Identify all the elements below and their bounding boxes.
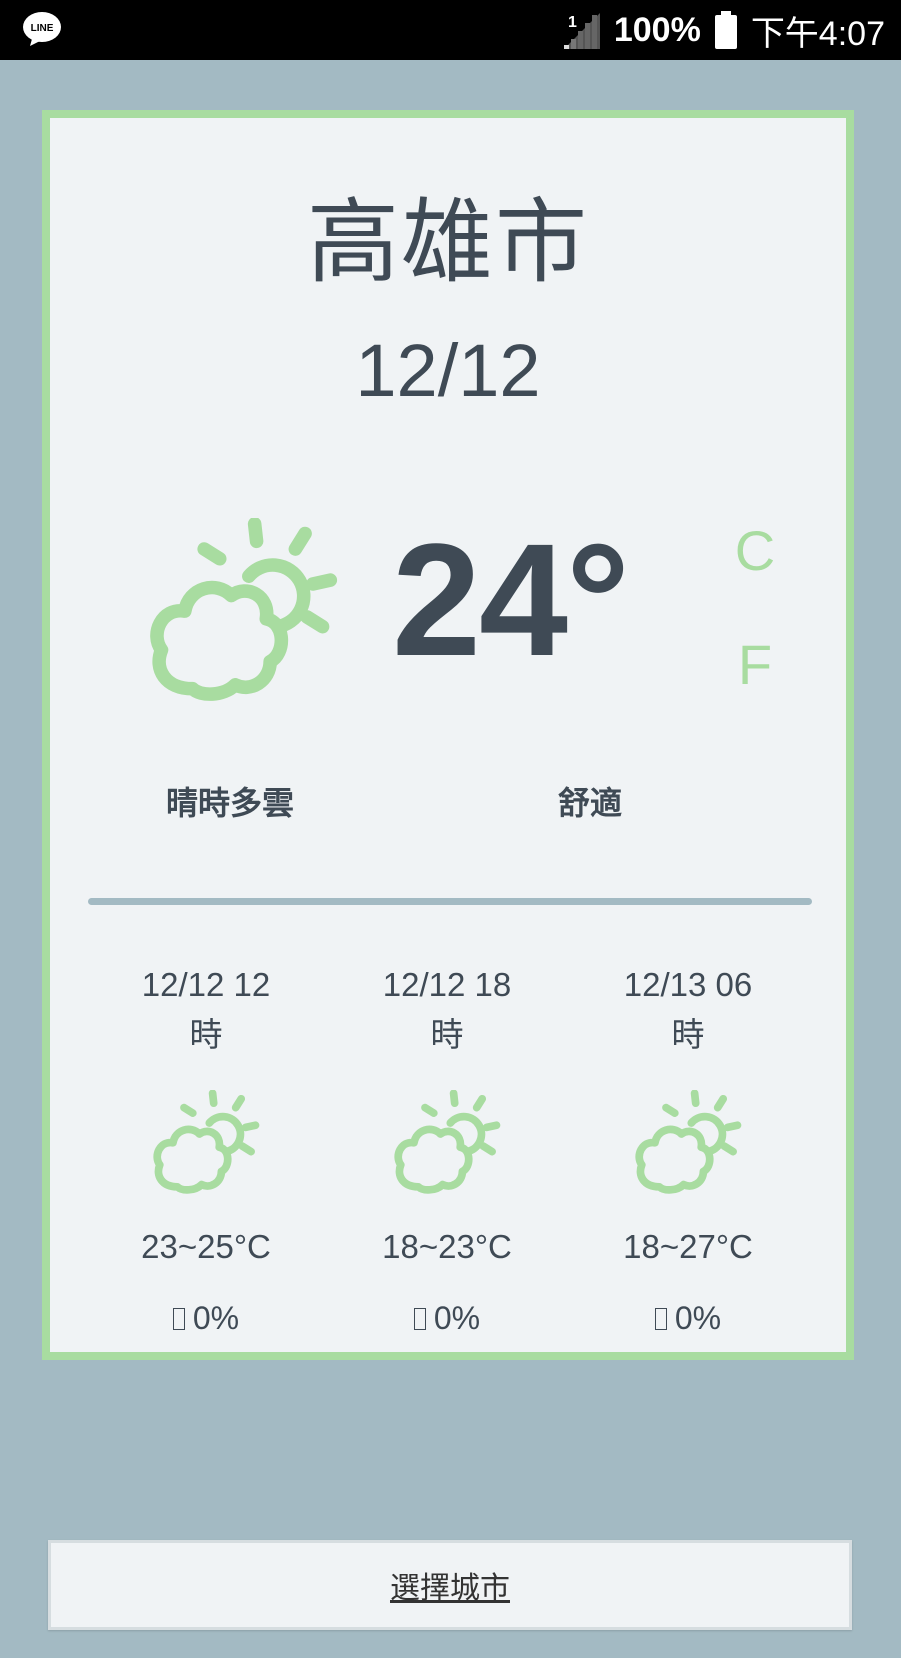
forecast-time: 12/12 12 時 — [106, 960, 306, 1060]
forecast-time-date: 12/13 06 — [623, 966, 753, 1003]
battery-icon — [714, 11, 737, 49]
status-bar: LINE 1 100% 下午4:07 — [0, 0, 901, 60]
weather-description: 晴時多雲 — [165, 784, 294, 822]
forecast-temp-range: 18~23°C — [382, 1228, 512, 1265]
umbrella-icon — [172, 1307, 185, 1330]
forecast-item: 12/12 18 時 18~23°C 0% — [347, 960, 547, 1337]
forecast-rain: 0% — [347, 1300, 547, 1337]
forecast-rain: 0% — [588, 1300, 788, 1337]
rain-probability: 0% — [674, 1300, 722, 1336]
current-temperature: 24° — [392, 510, 630, 689]
weather-card: 高雄市 12/12 24° C F 晴時多雲 舒適 12/12 12 時 23~… — [42, 110, 854, 1360]
forecast-time-date: 12/12 12 — [141, 966, 271, 1003]
rain-probability: 0% — [433, 1300, 481, 1336]
forecast-time-unit: 時 — [430, 1016, 464, 1053]
partly-cloudy-icon — [633, 1090, 743, 1200]
celsius-toggle[interactable]: C — [730, 518, 780, 583]
forecast-item: 12/13 06 時 18~27°C 0% — [588, 960, 788, 1337]
forecast-item: 12/12 12 時 23~25°C 0% — [106, 960, 306, 1337]
forecast-temp-range: 18~27°C — [623, 1228, 753, 1265]
partly-cloudy-icon — [151, 1090, 261, 1200]
partly-cloudy-icon — [146, 518, 340, 712]
select-city-button[interactable]: 選擇城市 — [48, 1540, 852, 1630]
umbrella-icon — [413, 1307, 426, 1330]
forecast-time: 12/12 18 時 — [347, 960, 547, 1060]
signal-badge: 1 — [568, 14, 577, 31]
forecast-time: 12/13 06 時 — [588, 960, 788, 1060]
umbrella-icon — [654, 1307, 667, 1330]
rain-probability: 0% — [192, 1300, 240, 1336]
status-clock: 下午4:07 — [750, 14, 885, 53]
current-date: 12/12 — [355, 329, 541, 412]
line-icon-text: LINE — [31, 23, 54, 34]
forecast-time-date: 12/12 18 — [382, 966, 512, 1003]
line-app-icon: LINE — [23, 12, 61, 46]
forecast-time-unit: 時 — [671, 1016, 705, 1053]
battery-percent: 100% — [613, 10, 701, 49]
divider — [88, 898, 812, 905]
forecast-temp-range: 23~25°C — [141, 1228, 271, 1265]
comfort-level: 舒適 — [557, 784, 622, 822]
forecast-rain: 0% — [106, 1300, 306, 1337]
forecast-time-unit: 時 — [189, 1016, 223, 1053]
signal-icon: 1 — [563, 13, 600, 49]
fahrenheit-toggle[interactable]: F — [730, 632, 780, 697]
partly-cloudy-icon — [392, 1090, 502, 1200]
city-name: 高雄市 — [306, 189, 589, 296]
